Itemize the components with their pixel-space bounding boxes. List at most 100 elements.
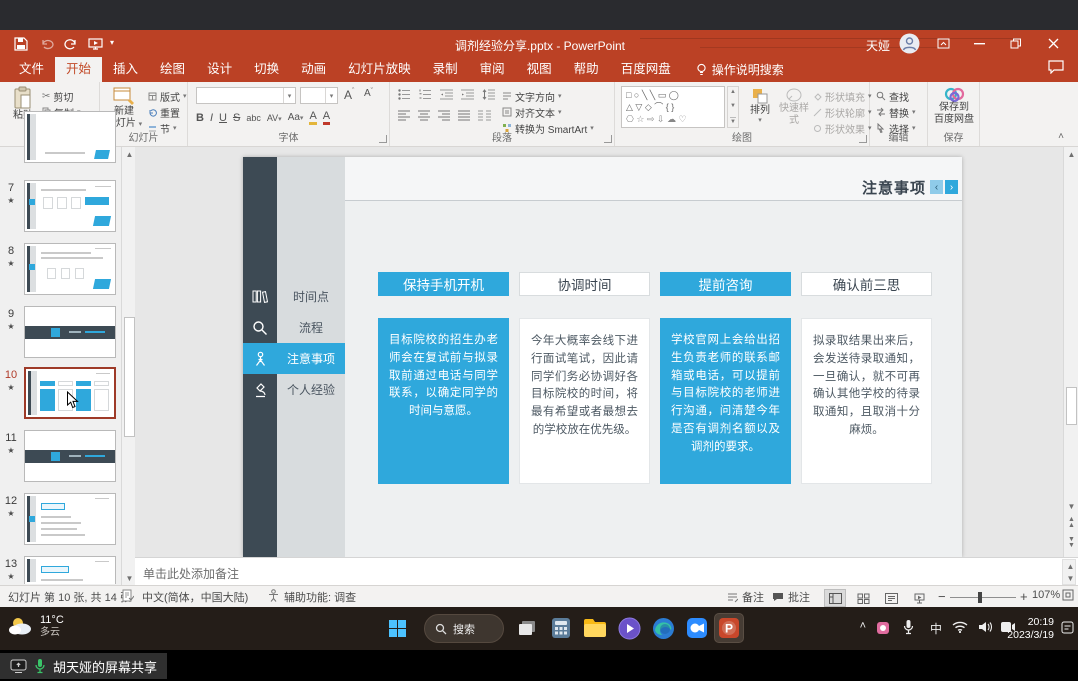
tab-home[interactable]: 开始 — [55, 57, 102, 82]
slide-nav-item-timeline[interactable]: 时间点 — [277, 281, 345, 312]
slide-page-title[interactable]: 注意事项 — [862, 177, 926, 198]
drawing-dialog-launcher[interactable] — [859, 135, 867, 143]
numbering-icon[interactable] — [419, 89, 432, 100]
scrollbar-thumb[interactable] — [124, 317, 135, 437]
save-icon[interactable] — [10, 34, 32, 54]
thumbnail-slide-11[interactable] — [24, 430, 116, 482]
column-body-3[interactable]: 学校官网上会给出招生负责老师的联系邮箱或电话，可以提前与目标院校的老师进行沟通，… — [660, 318, 791, 484]
zoom-slider-thumb[interactable] — [978, 592, 982, 603]
shape-outline-button[interactable]: 形状轮廓 ▾ — [813, 105, 872, 119]
line-spacing-icon[interactable] — [482, 89, 495, 100]
thumbnail-slide-7[interactable] — [24, 180, 116, 232]
thumbnail-scrollbar[interactable]: ▲ ▼ — [121, 147, 135, 585]
font-dialog-launcher[interactable] — [379, 135, 387, 143]
cut-button[interactable]: ✂ 剪切 — [42, 89, 73, 103]
tab-draw[interactable]: 绘图 — [149, 57, 196, 82]
reading-view-button[interactable] — [880, 589, 902, 607]
thumbnail-slide-8[interactable] — [24, 243, 116, 295]
scroll-up-icon[interactable]: ▲ — [730, 89, 736, 95]
editor-scrollbar[interactable]: ▲ ▼ ▲▲ ▼▼ — [1063, 147, 1078, 557]
tab-view[interactable]: 视图 — [516, 57, 563, 82]
slide-nav-item-process[interactable]: 流程 — [277, 312, 345, 343]
arrange-button[interactable]: 排列 ▾ — [745, 87, 775, 125]
column-header-3[interactable]: 提前咨询 — [660, 272, 791, 296]
slide-sorter-view-button[interactable] — [852, 589, 874, 607]
prev-page-arrow[interactable]: ‹ — [930, 180, 943, 194]
font-size-combo[interactable]: ▾ — [300, 87, 338, 104]
font-name-combo[interactable]: ▾ — [196, 87, 296, 104]
bullets-icon[interactable] — [398, 89, 411, 100]
weather-widget[interactable]: 11°C 多云 — [8, 614, 64, 638]
shapes-gallery-scroll[interactable]: ▲ ▼ ▼ — [727, 86, 739, 128]
tell-me-search[interactable]: 操作说明搜索 — [696, 57, 784, 82]
notes-placeholder[interactable]: 单击此处添加备注 — [143, 565, 239, 582]
notes-toggle-button[interactable]: 备注 — [727, 589, 764, 605]
media-player-app-icon[interactable] — [614, 613, 644, 643]
justify-icon[interactable] — [458, 110, 470, 121]
align-right-icon[interactable] — [438, 110, 450, 121]
qat-customize-icon[interactable]: ▾ — [110, 38, 114, 47]
notes-scrollbar[interactable]: ▲ ▼ — [1062, 559, 1076, 585]
align-left-icon[interactable] — [398, 110, 410, 121]
volume-icon[interactable] — [978, 621, 992, 633]
fit-to-window-icon[interactable] — [1062, 589, 1074, 601]
thumbnail-slide-13[interactable] — [24, 556, 116, 584]
thumbnail-slide-6[interactable] — [24, 111, 116, 163]
next-page-arrow[interactable]: › — [945, 180, 958, 194]
bold-button[interactable]: B — [196, 112, 204, 124]
slideshow-view-button[interactable] — [908, 589, 930, 607]
screen-share-banner[interactable]: 胡天娅的屏幕共享 — [0, 653, 167, 679]
align-center-icon[interactable] — [418, 110, 430, 121]
comments-toggle-button[interactable]: 批注 — [772, 589, 810, 605]
shadow-button[interactable]: abc — [246, 113, 261, 123]
close-button[interactable] — [1038, 30, 1068, 57]
meeting-app-icon[interactable] — [682, 613, 712, 643]
gallery-more-icon[interactable]: ▼ — [730, 117, 736, 125]
column-header-1[interactable]: 保持手机开机 — [378, 272, 509, 296]
powerpoint-app-icon-active[interactable]: P — [714, 613, 744, 643]
tab-insert[interactable]: 插入 — [102, 57, 149, 82]
reset-button[interactable]: 重置 — [148, 105, 180, 119]
tray-app-icon[interactable] — [876, 621, 890, 635]
tab-animations[interactable]: 动画 — [290, 57, 337, 82]
layout-button[interactable]: 版式 ▾ — [148, 89, 187, 103]
accessibility-status[interactable]: 辅助功能: 调查 — [284, 589, 356, 605]
shape-fill-button[interactable]: 形状填充 ▾ — [813, 89, 872, 103]
quick-styles-button[interactable]: 快速样式 — [777, 87, 811, 126]
column-header-4[interactable]: 确认前三思 — [801, 272, 932, 296]
column-body-2[interactable]: 今年大概率会线下进行面试笔试，因此请同学们务必协调好各目标院校的时间，将最有希望… — [519, 318, 650, 484]
thumbnail-slide-12[interactable] — [24, 493, 116, 545]
zoom-out-button[interactable]: − — [938, 589, 946, 604]
underline-button[interactable]: U — [219, 112, 227, 124]
notes-pane[interactable]: 单击此处添加备注 ▲ ▼ — [135, 557, 1078, 585]
font-color-button[interactable]: A — [323, 110, 330, 125]
normal-view-button[interactable] — [824, 589, 846, 607]
replace-button[interactable]: 替换 ▾ — [876, 105, 916, 119]
calculator-app-icon[interactable] — [546, 613, 576, 643]
tab-file[interactable]: 文件 — [8, 57, 55, 82]
slide-nav-item-experience[interactable]: 个人经验 — [277, 374, 345, 405]
decrease-indent-icon[interactable] — [440, 89, 453, 100]
highlight-button[interactable]: A — [309, 110, 316, 125]
column-header-2[interactable]: 协调时间 — [519, 272, 650, 296]
microphone-tray-icon[interactable] — [903, 619, 914, 635]
ribbon-display-options-icon[interactable] — [928, 30, 958, 57]
avatar[interactable] — [899, 33, 920, 59]
wifi-icon[interactable] — [952, 621, 968, 633]
minimize-button[interactable] — [964, 30, 994, 57]
spell-check-icon[interactable] — [122, 589, 134, 602]
accessibility-icon[interactable] — [268, 589, 279, 602]
account-name[interactable]: 天娅 — [866, 37, 890, 54]
edge-browser-icon[interactable] — [648, 613, 678, 643]
tab-review[interactable]: 审阅 — [469, 57, 516, 82]
tab-transitions[interactable]: 切换 — [243, 57, 290, 82]
scrollbar-thumb[interactable] — [1066, 387, 1077, 425]
tab-help[interactable]: 帮助 — [563, 57, 610, 82]
align-text-button[interactable]: 对齐文本 ▾ — [502, 105, 562, 119]
tab-baidu-netdisk[interactable]: 百度网盘 — [610, 57, 682, 82]
tab-design[interactable]: 设计 — [196, 57, 243, 82]
previous-slide-button[interactable]: ▲▲ — [1064, 517, 1079, 529]
thumbnail-slide-9[interactable] — [24, 306, 116, 358]
zoom-slider-track[interactable] — [950, 597, 1016, 598]
columns-icon[interactable] — [478, 110, 491, 121]
